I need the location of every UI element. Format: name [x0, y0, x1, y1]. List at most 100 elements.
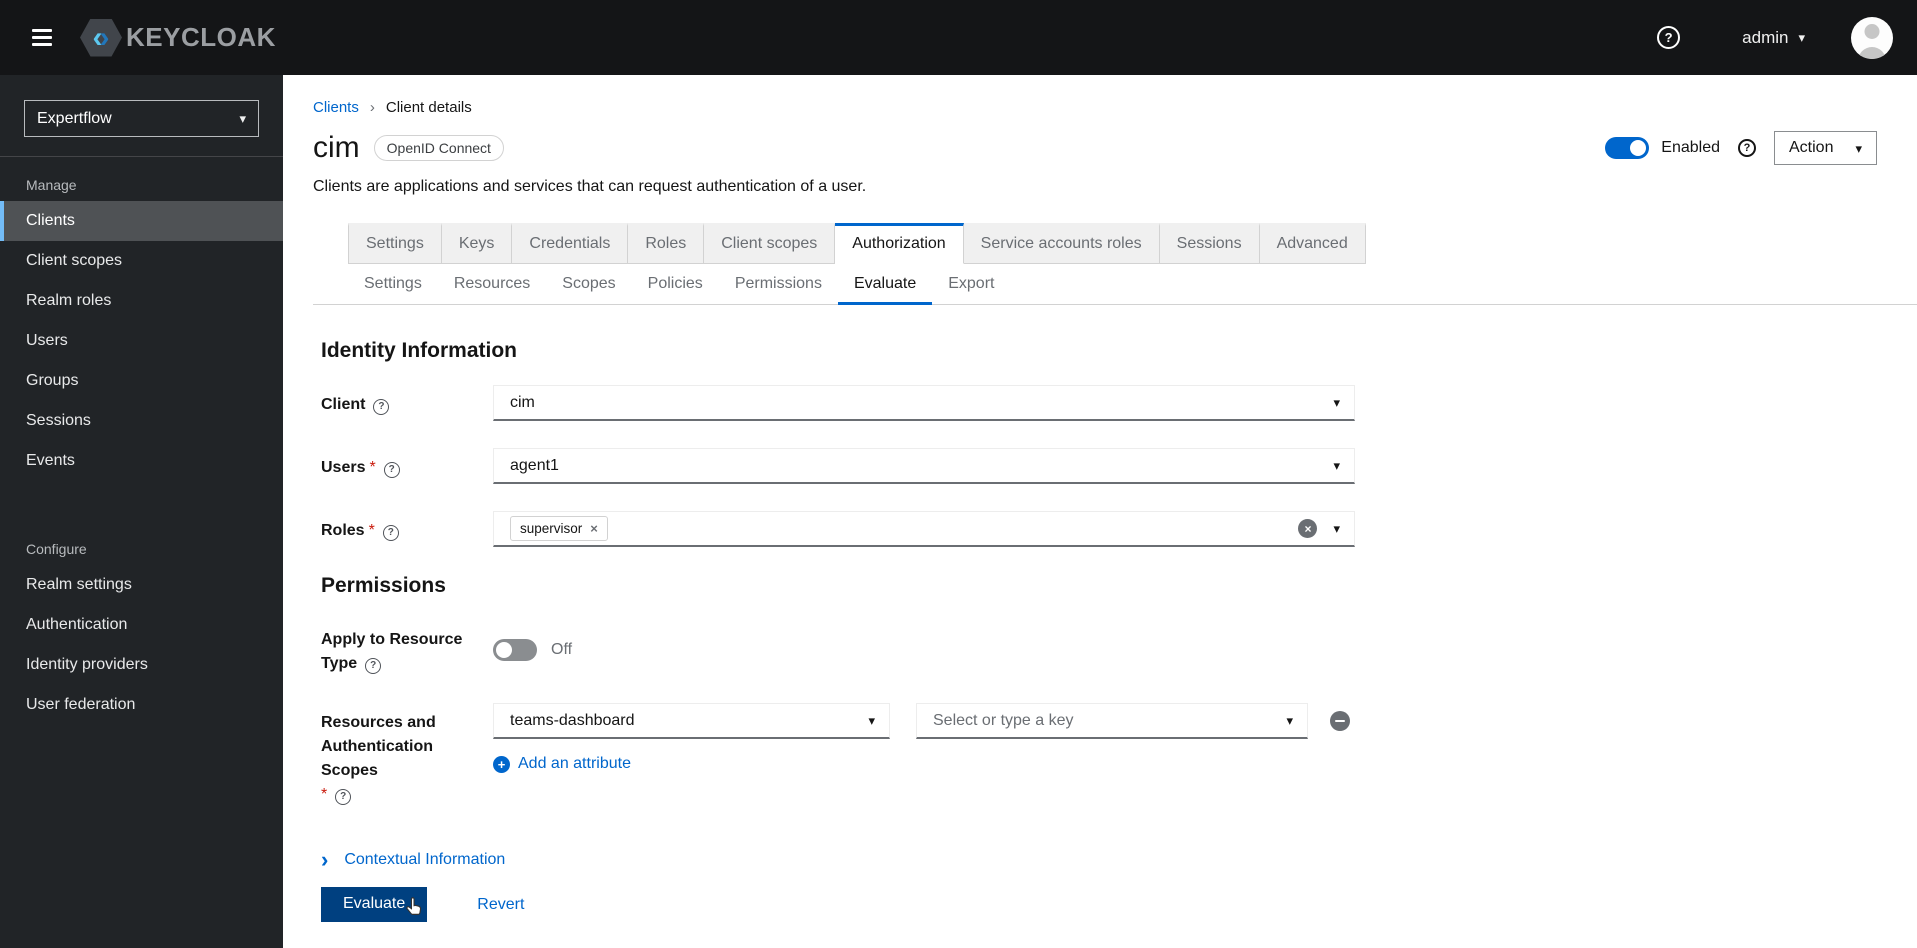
add-attribute-button[interactable]: + Add an attribute: [493, 755, 1355, 773]
masthead-toolbar: ? admin ▾: [1657, 16, 1893, 59]
keycloak-logo: ‹ › KEYCLOAK: [80, 18, 276, 57]
role-chip: supervisor ×: [510, 516, 608, 541]
action-dropdown-label: Action: [1789, 139, 1834, 156]
contextual-information-expander[interactable]: › Contextual Information: [321, 849, 1917, 871]
caret-down-icon: ▾: [1855, 140, 1862, 156]
form-actions: Evaluate Revert: [321, 887, 1917, 922]
client-field-row: Client? cim ▾: [321, 385, 1917, 421]
nav-group-manage: Manage: [26, 177, 77, 193]
logo-chevron-right-icon: ›: [99, 20, 110, 54]
sidebar-nav: Manage Clients Client scopes Realm roles…: [0, 157, 283, 725]
keycloak-logo-text: KEYCLOAK: [126, 22, 276, 52]
tab-advanced[interactable]: Advanced: [1259, 223, 1366, 264]
tab-sessions[interactable]: Sessions: [1159, 223, 1260, 264]
resource-select-value: teams-dashboard: [510, 711, 635, 729]
users-select-value: agent1: [510, 456, 559, 474]
resource-select[interactable]: teams-dashboard ▾: [493, 703, 890, 739]
users-select[interactable]: agent1 ▾: [493, 448, 1355, 484]
users-field-label: Users *?: [321, 448, 493, 484]
required-asterisk: *: [369, 459, 376, 476]
tab-keys[interactable]: Keys: [441, 223, 513, 264]
apply-resource-type-help-icon[interactable]: ?: [365, 658, 382, 674]
tab-client-scopes[interactable]: Client scopes: [704, 223, 836, 264]
evaluate-button[interactable]: Evaluate: [321, 887, 428, 922]
sidebar-item-users[interactable]: Users: [0, 321, 283, 361]
revert-link[interactable]: Revert: [477, 896, 524, 914]
subtab-settings[interactable]: Settings: [348, 264, 438, 305]
enabled-label: Enabled: [1661, 139, 1720, 156]
caret-down-icon: ▾: [1798, 30, 1805, 45]
client-description: Clients are applications and services th…: [313, 178, 867, 195]
chevron-right-icon: ›: [321, 847, 329, 872]
hamburger-menu-icon[interactable]: [26, 23, 58, 52]
chip-remove-icon[interactable]: ×: [590, 521, 598, 536]
caret-down-icon: ▾: [1286, 712, 1293, 728]
subtab-export[interactable]: Export: [932, 264, 1010, 305]
masthead: ‹ › KEYCLOAK ? admin ▾: [0, 0, 1917, 75]
roles-chip-area: supervisor ×: [510, 516, 1298, 541]
caret-down-icon: ▾: [239, 111, 246, 126]
roles-multiselect[interactable]: supervisor × × ▾: [493, 511, 1355, 547]
sidebar-item-user-federation[interactable]: User federation: [0, 685, 283, 725]
plus-circle-icon: +: [493, 755, 510, 773]
client-header: cim OpenID Connect Enabled ? Action ▾: [313, 131, 1877, 165]
sidebar-item-realm-roles[interactable]: Realm roles: [0, 281, 283, 321]
client-field-label: Client?: [321, 385, 493, 421]
avatar-body-icon: [1858, 46, 1886, 59]
sidebar-item-client-scopes[interactable]: Client scopes: [0, 241, 283, 281]
breadcrumb-clients-link[interactable]: Clients: [313, 99, 359, 116]
protocol-badge: OpenID Connect: [373, 135, 504, 161]
roles-field-label: Roles *?: [321, 511, 493, 547]
enabled-help-icon[interactable]: ?: [1738, 139, 1756, 157]
client-select-value: cim: [510, 393, 535, 411]
evaluate-form: Identity Information Client? cim ▾ Users…: [321, 339, 1917, 922]
subtab-permissions[interactable]: Permissions: [719, 264, 838, 305]
roles-help-icon[interactable]: ?: [382, 525, 399, 541]
client-select[interactable]: cim ▾: [493, 385, 1355, 421]
identity-information-heading: Identity Information: [321, 339, 517, 362]
subtab-resources[interactable]: Resources: [438, 264, 546, 305]
sidebar-item-sessions[interactable]: Sessions: [0, 401, 283, 441]
scope-key-placeholder: Select or type a key: [933, 711, 1074, 729]
toggle-knob: [1630, 140, 1647, 156]
tab-authorization[interactable]: Authorization: [835, 223, 964, 264]
toggle-knob: [496, 642, 512, 658]
client-help-icon[interactable]: ?: [373, 399, 390, 415]
caret-down-icon: ▾: [1333, 520, 1340, 536]
users-help-icon[interactable]: ?: [383, 462, 400, 478]
sidebar-item-realm-settings[interactable]: Realm settings: [0, 565, 283, 605]
sidebar-item-groups[interactable]: Groups: [0, 361, 283, 401]
tab-service-accounts-roles[interactable]: Service accounts roles: [963, 223, 1160, 264]
help-icon[interactable]: ?: [1657, 26, 1681, 49]
user-menu-dropdown[interactable]: admin ▾: [1742, 28, 1805, 48]
clear-all-icon[interactable]: ×: [1298, 519, 1318, 538]
sidebar-item-identity-providers[interactable]: Identity providers: [0, 645, 283, 685]
authorization-subtabs: Settings Resources Scopes Policies Permi…: [313, 264, 1917, 305]
scope-key-select[interactable]: Select or type a key ▾: [916, 703, 1308, 739]
resources-scopes-row: Resources and Authentication Scopes *? t…: [321, 703, 1917, 807]
keycloak-hexagon-icon: ‹ ›: [80, 18, 122, 57]
action-dropdown[interactable]: Action ▾: [1774, 131, 1877, 165]
resources-scopes-help-icon[interactable]: ?: [335, 789, 352, 805]
breadcrumb: Clients › Client details: [283, 75, 1917, 116]
realm-selector[interactable]: Expertflow ▾: [24, 100, 259, 137]
resources-scopes-label: Resources and Authentication Scopes *?: [321, 714, 436, 805]
main-content: Clients › Client details cim OpenID Conn…: [283, 75, 1917, 948]
enabled-toggle[interactable]: [1605, 137, 1650, 159]
sidebar-item-authentication[interactable]: Authentication: [0, 605, 283, 645]
roles-field-row: Roles *? supervisor × × ▾: [321, 511, 1917, 547]
subtab-evaluate[interactable]: Evaluate: [837, 264, 933, 305]
tab-credentials[interactable]: Credentials: [512, 223, 629, 264]
tab-roles[interactable]: Roles: [628, 223, 705, 264]
tab-settings[interactable]: Settings: [348, 223, 442, 264]
apply-resource-type-toggle[interactable]: [493, 639, 537, 661]
sidebar-item-events[interactable]: Events: [0, 441, 283, 481]
subtab-policies[interactable]: Policies: [632, 264, 719, 305]
caret-down-icon: ▾: [1333, 457, 1340, 473]
contextual-information-label: Contextual Information: [344, 851, 506, 868]
required-asterisk: *: [368, 522, 375, 539]
sidebar-item-clients[interactable]: Clients: [0, 201, 283, 241]
avatar[interactable]: [1851, 16, 1893, 59]
remove-row-icon[interactable]: [1330, 711, 1350, 731]
subtab-scopes[interactable]: Scopes: [546, 264, 631, 305]
